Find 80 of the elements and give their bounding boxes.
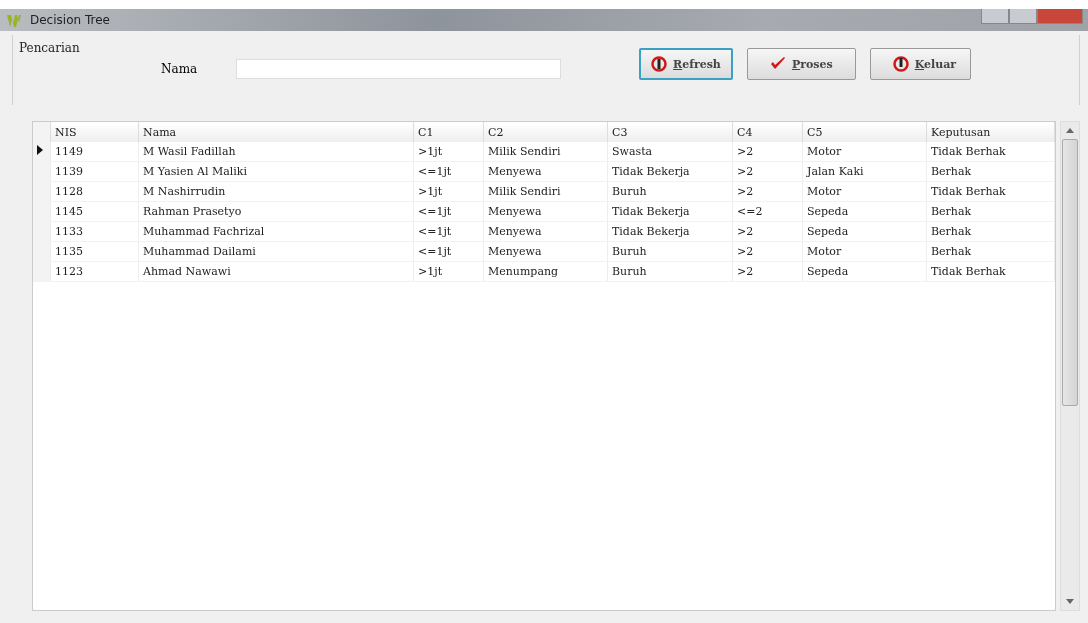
column-header[interactable]: C5 xyxy=(802,122,927,142)
table-cell: Berhak xyxy=(926,221,1055,242)
table-cell: Muhammad Dailami xyxy=(138,241,414,262)
table-cell: Tidak Bekerja xyxy=(607,161,733,182)
column-header[interactable]: C3 xyxy=(607,122,733,142)
table-cell: >2 xyxy=(732,161,803,182)
column-header[interactable]: Nama xyxy=(138,122,414,142)
table-cell: >2 xyxy=(732,181,803,202)
table-cell: Buruh xyxy=(607,181,733,202)
table-cell: Milik Sendiri xyxy=(483,142,608,162)
table-cell: M Wasil Fadillah xyxy=(138,142,414,162)
table-cell: Berhak xyxy=(926,161,1055,182)
table-cell: 1149 xyxy=(50,142,139,162)
table-cell: Menyewa xyxy=(483,221,608,242)
table-cell: Menyewa xyxy=(483,201,608,222)
minimize-button[interactable] xyxy=(981,9,1009,24)
table-cell: Sepeda xyxy=(802,261,927,282)
table-cell: Tidak Berhak xyxy=(926,181,1055,202)
scrollbar[interactable] xyxy=(1060,121,1080,611)
table-cell: Tidak Berhak xyxy=(926,261,1055,282)
table-cell: Swasta xyxy=(607,142,733,162)
table-cell: Buruh xyxy=(607,241,733,262)
table-cell: 1145 xyxy=(50,201,139,222)
column-header[interactable]: C2 xyxy=(483,122,608,142)
maximize-button[interactable] xyxy=(1009,9,1037,24)
table-cell: Menyewa xyxy=(483,161,608,182)
table-cell: Menyewa xyxy=(483,241,608,262)
table-cell: Tidak Bekerja xyxy=(607,201,733,222)
table-cell: Sepeda xyxy=(802,221,927,242)
table-cell: <=2 xyxy=(732,201,803,222)
table-cell: 1123 xyxy=(50,261,139,282)
table-cell: >1jt xyxy=(413,142,484,162)
button[interactable]: Proses xyxy=(746,48,856,80)
table-cell: >2 xyxy=(732,241,803,262)
table-cell: >1jt xyxy=(413,261,484,282)
table-cell: Milik Sendiri xyxy=(483,181,608,202)
table-cell: Jalan Kaki xyxy=(802,161,927,182)
table-cell: M Nashirrudin xyxy=(138,181,414,202)
column-header[interactable]: C4 xyxy=(732,122,803,142)
button[interactable]: Keluar xyxy=(869,48,972,80)
table-cell: <=1jt xyxy=(413,241,484,262)
table-cell: 1128 xyxy=(50,181,139,202)
group-label: Pencarian xyxy=(19,41,80,55)
button[interactable]: Refresh xyxy=(639,48,733,80)
name-input-field[interactable] xyxy=(236,59,561,79)
refresh-icon xyxy=(651,56,667,72)
close-button[interactable] xyxy=(1037,9,1083,24)
table-cell: <=1jt xyxy=(413,201,484,222)
scroll-thumb[interactable] xyxy=(1062,139,1078,406)
table-cell: Motor xyxy=(802,181,927,202)
table-cell: 1133 xyxy=(50,221,139,242)
table-cell: Rahman Prasetyo xyxy=(138,201,414,222)
power-icon xyxy=(892,56,909,72)
table-cell: Berhak xyxy=(926,241,1055,262)
app-icon xyxy=(6,12,22,28)
table-cell: Motor xyxy=(802,142,927,162)
table-cell: 1139 xyxy=(50,161,139,182)
table-cell: M Yasien Al Maliki xyxy=(138,161,414,182)
table-cell: >2 xyxy=(732,142,803,162)
table-cell: Muhammad Fachrizal xyxy=(138,221,414,242)
field-label: Nama xyxy=(161,62,199,76)
current-row-icon xyxy=(37,145,43,155)
table-cell: Motor xyxy=(802,241,927,262)
table-cell: <=1jt xyxy=(413,161,484,182)
table-cell: <=1jt xyxy=(413,221,484,242)
column-header[interactable]: Keputusan xyxy=(926,122,1055,142)
window-title: Decision Tree xyxy=(30,13,110,27)
table-cell: Buruh xyxy=(607,261,733,282)
column-header[interactable]: C1 xyxy=(413,122,484,142)
table-cell: Berhak xyxy=(926,201,1055,222)
table-cell: Sepeda xyxy=(802,201,927,222)
table-cell: >2 xyxy=(732,221,803,242)
column-header[interactable]: NIS xyxy=(50,122,139,142)
table-cell: 1135 xyxy=(50,241,139,262)
table-cell: Tidak Berhak xyxy=(926,142,1055,162)
table-cell: Tidak Bekerja xyxy=(607,221,733,242)
table-cell: Ahmad Nawawi xyxy=(138,261,414,282)
table-cell: >2 xyxy=(732,261,803,282)
table-cell: Menumpang xyxy=(483,261,608,282)
table-cell: >1jt xyxy=(413,181,484,202)
